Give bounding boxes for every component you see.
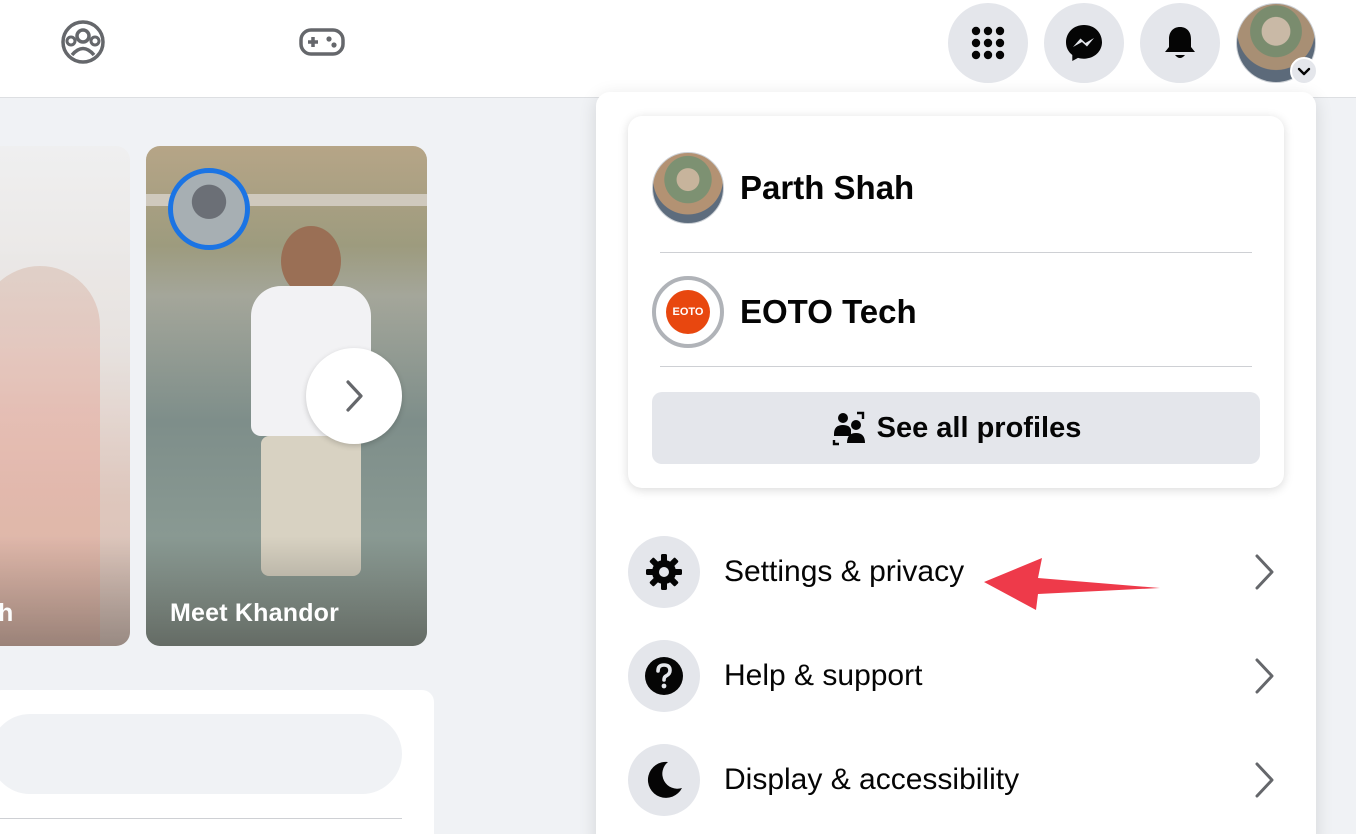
stories-next-button[interactable]: [306, 348, 402, 444]
chevron-right-icon: [346, 380, 363, 412]
page-logo-text: EOTO: [666, 290, 710, 334]
composer-input[interactable]: [0, 714, 402, 794]
story-shade: [0, 536, 130, 646]
messenger-icon: [1066, 25, 1102, 61]
notifications-button[interactable]: [1140, 3, 1220, 83]
moon-icon: [628, 744, 700, 816]
gear-icon: [628, 536, 700, 608]
story-author-avatar: [168, 168, 250, 250]
menu-item-settings-privacy[interactable]: Settings & privacy: [628, 532, 1284, 612]
profile-name: Parth Shah: [740, 169, 915, 206]
divider: [0, 818, 402, 819]
question-icon: [628, 640, 700, 712]
groups-icon[interactable]: [59, 18, 107, 66]
top-navigation-bar: [0, 0, 1356, 98]
chevron-right-icon: [1244, 760, 1284, 800]
annotation-arrow-icon: [984, 558, 1160, 610]
profiles-card: Parth Shah EOTO EOTO Tech See all profil…: [628, 116, 1284, 488]
menu-grid-button[interactable]: [948, 3, 1028, 83]
menu-item-label: Display & accessibility: [724, 763, 1020, 796]
notifications-bell-icon: [1165, 27, 1195, 58]
menu-item-help-support[interactable]: Help & support: [628, 636, 1284, 716]
account-menu: Parth Shah EOTO EOTO Tech See all profil…: [596, 92, 1316, 834]
chevron-right-icon: [1244, 552, 1284, 592]
gaming-icon[interactable]: [298, 18, 346, 66]
menu-grid-icon: [971, 26, 1005, 60]
switch-profiles-icon: [832, 411, 865, 446]
chevron-down-icon: [1290, 57, 1318, 85]
divider: [660, 366, 1252, 367]
story-shade: [146, 536, 427, 646]
see-all-profiles-label: See all profiles: [876, 411, 1082, 444]
profile-item-parth-shah[interactable]: Parth Shah: [652, 148, 1260, 228]
post-composer: [0, 690, 434, 834]
story-author-name: Meet Khandor: [170, 599, 340, 627]
profile-avatar: [652, 152, 724, 224]
profile-name: EOTO Tech: [740, 293, 917, 330]
profile-item-eoto-tech[interactable]: EOTO EOTO Tech: [652, 272, 1260, 352]
menu-item-display-accessibility[interactable]: Display & accessibility: [628, 740, 1284, 820]
story-card[interactable]: h: [0, 146, 130, 646]
page-logo: EOTO: [652, 276, 724, 348]
menu-item-label: Help & support: [724, 659, 923, 692]
chevron-right-icon: [1244, 656, 1284, 696]
divider: [660, 252, 1252, 253]
account-avatar[interactable]: [1236, 3, 1318, 85]
story-author-name: h: [0, 599, 14, 627]
messenger-button[interactable]: [1044, 3, 1124, 83]
see-all-profiles-button[interactable]: See all profiles: [652, 392, 1260, 464]
